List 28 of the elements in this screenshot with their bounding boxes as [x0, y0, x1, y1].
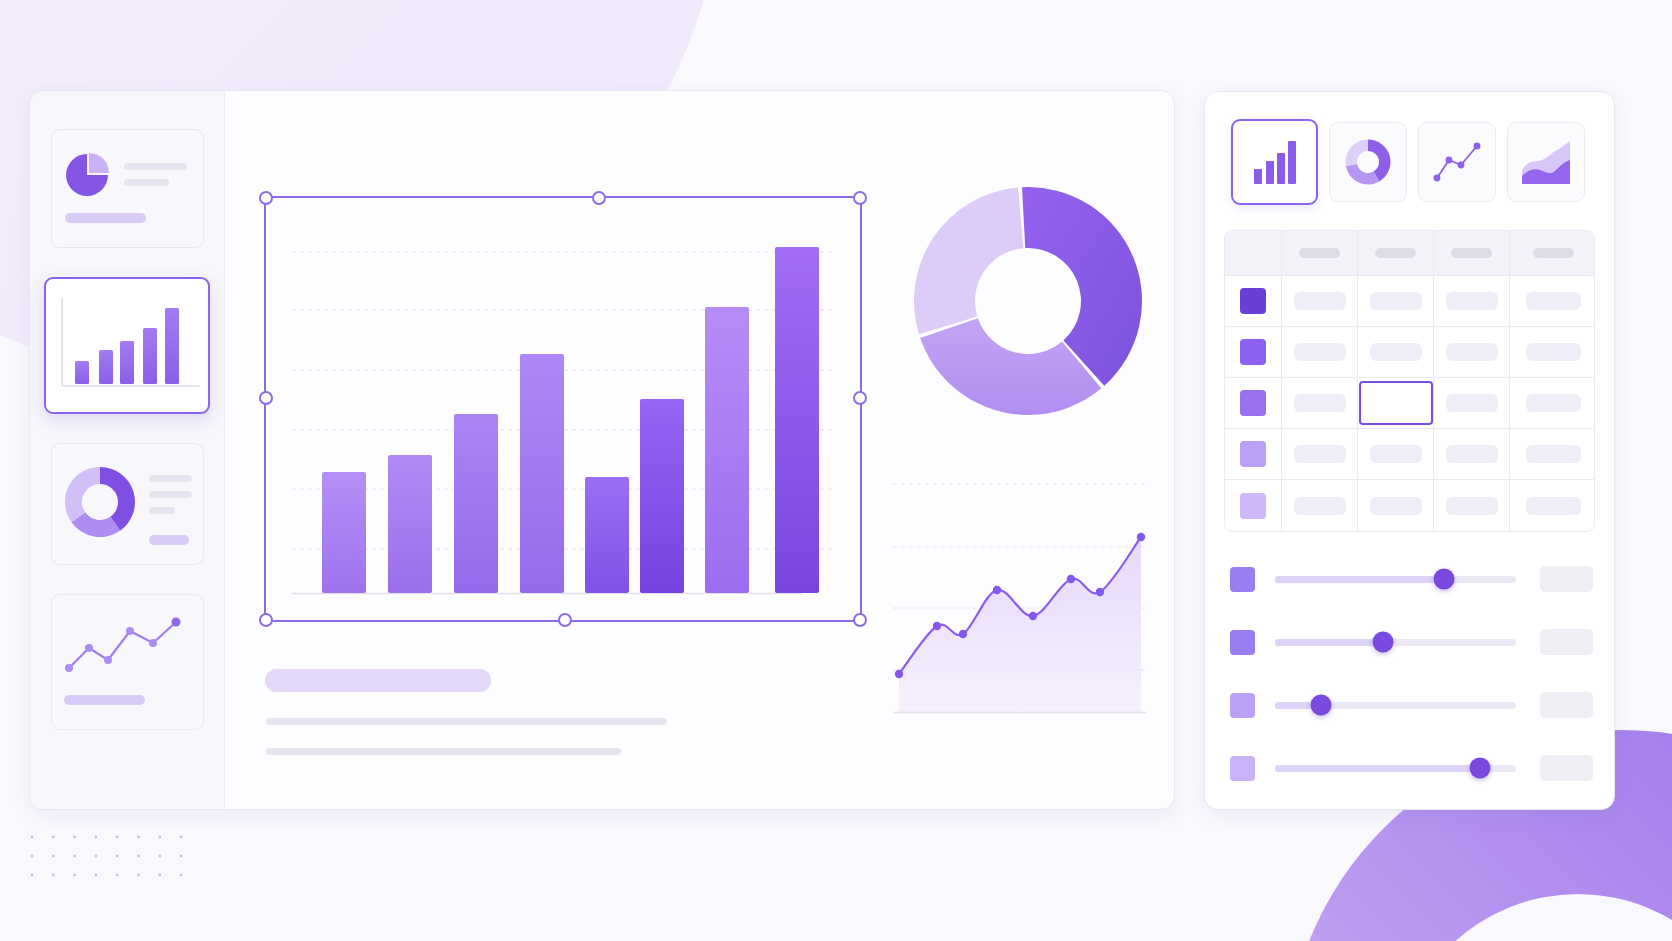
resize-handle[interactable] — [259, 191, 273, 205]
pie-chart-icon — [65, 152, 110, 196]
line-chart-icon — [63, 616, 182, 674]
chart-type-button[interactable] — [1231, 119, 1318, 205]
bar-chart-icon — [1253, 140, 1296, 184]
slider-thumb[interactable] — [1372, 631, 1394, 653]
slider-thumb[interactable] — [1310, 694, 1332, 716]
donut-chart-icon — [63, 466, 136, 538]
header-placeholder — [1299, 248, 1340, 258]
resize-handle[interactable] — [853, 613, 867, 627]
header-placeholder — [1375, 248, 1416, 258]
resize-handle[interactable] — [558, 613, 572, 627]
resize-handle[interactable] — [853, 191, 867, 205]
slider-thumb[interactable] — [1433, 568, 1455, 590]
table-cell[interactable] — [1282, 378, 1358, 429]
resize-handle[interactable] — [592, 191, 606, 205]
header-placeholder — [1451, 248, 1492, 258]
resize-handle[interactable] — [259, 391, 273, 405]
area-chart-icon — [1522, 140, 1570, 184]
label-placeholder — [148, 535, 189, 545]
donut-chart-icon — [1345, 139, 1391, 185]
resize-handle[interactable] — [259, 613, 273, 627]
resize-handle[interactable] — [853, 391, 867, 405]
table-cell[interactable] — [1434, 378, 1510, 429]
line-chart-icon — [1433, 142, 1481, 182]
header-placeholder — [1532, 248, 1574, 258]
slider-thumb[interactable] — [1469, 757, 1491, 779]
chart-thumbnail[interactable] — [44, 277, 210, 414]
